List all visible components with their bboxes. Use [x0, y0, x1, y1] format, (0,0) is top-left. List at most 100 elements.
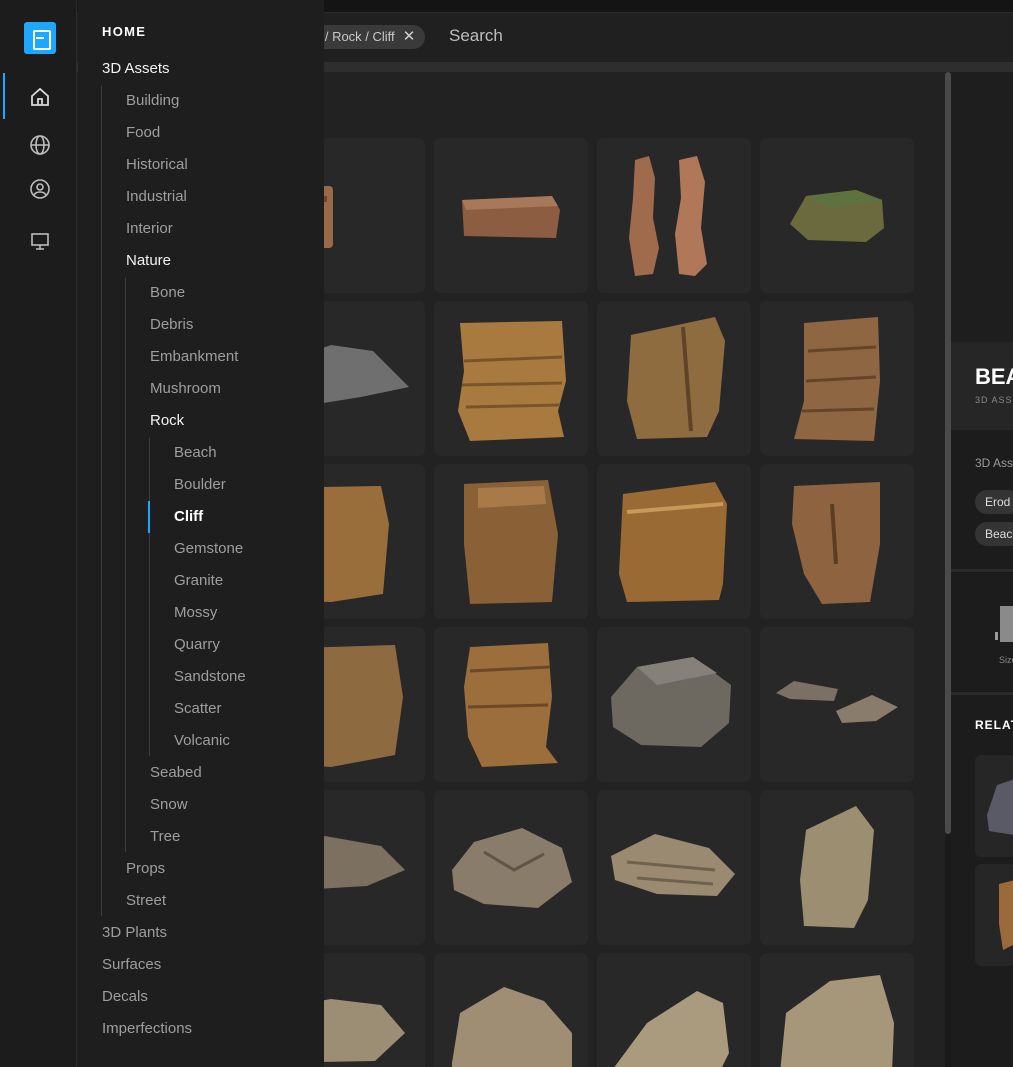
asset-preview[interactable] [951, 72, 1013, 342]
nav-item-mossy[interactable]: Mossy [174, 604, 217, 621]
nav-item-snow[interactable]: Snow [150, 796, 188, 813]
asset-title: BEA [975, 364, 1013, 389]
nav-item-surfaces[interactable]: Surfaces [102, 956, 161, 973]
nav-item-debris[interactable]: Debris [150, 316, 193, 333]
tree-guide-line [125, 278, 126, 852]
nav-item-food[interactable]: Food [126, 124, 160, 141]
nav-item-rock[interactable]: Rock [150, 412, 184, 429]
nav-item-granite[interactable]: Granite [174, 572, 223, 589]
asset-tile[interactable] [434, 138, 588, 293]
breadcrumb-chip[interactable]: e / Rock / Cliff ✕ [308, 25, 426, 49]
asset-thumbnail [776, 681, 898, 723]
asset-tile[interactable] [434, 953, 588, 1067]
nav-item-cliff[interactable]: Cliff [174, 508, 203, 525]
asset-tile[interactable] [760, 464, 914, 619]
asset-thumbnail [619, 482, 727, 602]
user-icon[interactable] [24, 173, 56, 205]
asset-thumbnail [794, 317, 880, 441]
asset-thumbnail [780, 975, 894, 1067]
monitor-icon[interactable] [24, 225, 56, 257]
home-icon[interactable] [24, 81, 56, 113]
asset-thumbnail [792, 482, 880, 604]
tree-guide-line [101, 86, 102, 916]
nav-item-beach[interactable]: Beach [174, 444, 217, 461]
divider [951, 569, 1013, 572]
active-indicator [148, 501, 150, 533]
asset-tile[interactable] [597, 464, 751, 619]
nav-item-props[interactable]: Props [126, 860, 165, 877]
nav-item-building[interactable]: Building [126, 92, 179, 109]
asset-tile[interactable] [597, 138, 751, 293]
asset-tile[interactable] [434, 464, 588, 619]
asset-thumbnail [611, 657, 731, 747]
related-asset-image [987, 779, 1013, 835]
search-input[interactable]: Search [449, 26, 503, 46]
asset-tile[interactable] [760, 301, 914, 456]
divider [951, 692, 1013, 695]
asset-tile[interactable] [760, 953, 914, 1067]
icon-rail [0, 0, 77, 1067]
asset-tile[interactable] [434, 627, 588, 782]
nav-item-decals[interactable]: Decals [102, 988, 148, 1005]
nav-item-street[interactable]: Street [126, 892, 166, 909]
close-icon[interactable]: ✕ [403, 25, 416, 49]
nav-item-imperfections[interactable]: Imperfections [102, 1020, 192, 1037]
person-icon [995, 632, 998, 640]
nav-item-industrial[interactable]: Industrial [126, 188, 187, 205]
nav-item-historical[interactable]: Historical [126, 156, 188, 173]
asset-tile[interactable] [597, 627, 751, 782]
nav-item-seabed[interactable]: Seabed [150, 764, 202, 781]
related-asset-thumb[interactable] [975, 864, 1013, 966]
nav-item-bone[interactable]: Bone [150, 284, 185, 301]
asset-thumbnail [790, 190, 884, 242]
asset-category[interactable]: 3D Asse [975, 456, 1013, 470]
tree-guide-line [149, 438, 150, 756]
size-label: Size [999, 655, 1013, 665]
nav-item-mushroom[interactable]: Mushroom [150, 380, 221, 397]
related-asset-thumb[interactable] [975, 755, 1013, 857]
asset-tile[interactable] [434, 790, 588, 945]
asset-tile[interactable] [597, 301, 751, 456]
nav-item-boulder[interactable]: Boulder [174, 476, 226, 493]
related-heading: RELAT [975, 718, 1013, 732]
nav-item-scatter[interactable]: Scatter [174, 700, 222, 717]
asset-thumbnail [627, 317, 725, 439]
nav-item-tree[interactable]: Tree [150, 828, 180, 845]
nav-item-embankment[interactable]: Embankment [150, 348, 238, 365]
asset-tile[interactable] [760, 627, 914, 782]
nav-item-sandstone[interactable]: Sandstone [174, 668, 246, 685]
asset-tag[interactable]: Beac [975, 522, 1013, 546]
asset-type: 3D ASS [975, 395, 1013, 405]
nav-home[interactable]: HOME [102, 24, 146, 39]
globe-icon[interactable] [24, 129, 56, 161]
asset-tile[interactable] [597, 790, 751, 945]
asset-thumbnail [458, 321, 566, 441]
app-logo-icon[interactable] [24, 22, 56, 54]
asset-tag[interactable]: Erod [975, 490, 1013, 514]
asset-tile[interactable] [760, 138, 914, 293]
nav-item-3d-plants[interactable]: 3D Plants [102, 924, 167, 941]
asset-thumbnail [800, 806, 874, 928]
asset-detail-panel: BEA 3D ASS 3D Asse Erod Beac Size RELAT [951, 72, 1013, 1067]
nav-item-quarry[interactable]: Quarry [174, 636, 220, 653]
asset-tile[interactable] [760, 790, 914, 945]
asset-tile[interactable] [597, 953, 751, 1067]
asset-thumbnail [614, 991, 729, 1067]
nav-item-3d-assets[interactable]: 3D Assets [102, 60, 170, 77]
app-root: e / Rock / Cliff ✕ Search BE 3D ASS 3D A… [0, 0, 1013, 1067]
nav-item-nature[interactable]: Nature [126, 252, 171, 269]
asset-thumbnail [452, 828, 572, 908]
asset-thumbnail [464, 643, 558, 767]
active-indicator [3, 73, 5, 119]
category-nav: HOME 3D Assets Building Food Historical … [78, 0, 324, 1067]
related-asset-image [999, 880, 1013, 950]
size-comparison-icon [1000, 606, 1013, 642]
nav-item-gemstone[interactable]: Gemstone [174, 540, 243, 557]
asset-thumbnail [611, 834, 735, 896]
nav-item-volcanic[interactable]: Volcanic [174, 732, 230, 749]
asset-tile[interactable] [434, 301, 588, 456]
breadcrumb-chip-label: e / Rock / Cliff [314, 29, 395, 44]
nav-item-interior[interactable]: Interior [126, 220, 173, 237]
asset-thumbnail [452, 987, 572, 1067]
asset-thumbnail [629, 156, 707, 276]
